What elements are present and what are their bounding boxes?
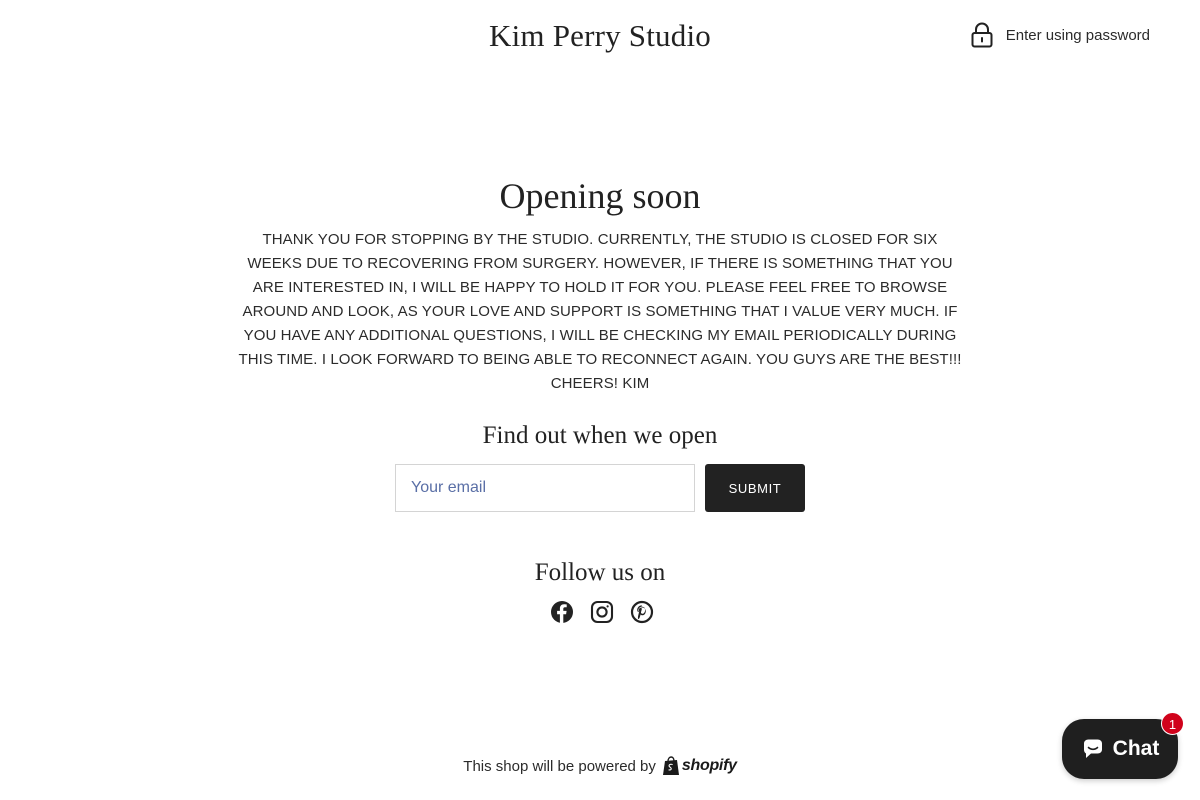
closure-message: THANK YOU FOR STOPPING BY THE STUDIO. CU… xyxy=(238,231,962,392)
submit-button[interactable]: SUBMIT xyxy=(705,464,805,512)
newsletter-form: SUBMIT xyxy=(395,464,805,512)
chat-label: Chat xyxy=(1112,737,1160,760)
lock-icon xyxy=(971,22,993,48)
chat-bubble-icon xyxy=(1083,739,1102,758)
page-footer: This shop will be powered by shopify xyxy=(0,756,1200,776)
powered-by-text: This shop will be powered by xyxy=(463,757,656,775)
main-content: Opening soon THANK YOU FOR STOPPING BY T… xyxy=(0,170,1200,396)
facebook-icon[interactable] xyxy=(550,600,574,624)
enter-password-label: Enter using password xyxy=(1005,26,1150,44)
chat-notification-badge: 1 xyxy=(1161,712,1184,735)
shopify-bag-icon xyxy=(662,756,679,775)
chat-button[interactable]: Chat xyxy=(1062,719,1178,779)
social-links xyxy=(550,600,654,624)
instagram-icon[interactable] xyxy=(590,600,614,624)
page-header: Kim Perry Studio Enter using password xyxy=(0,0,1200,80)
page-headline: Opening soon xyxy=(499,176,701,216)
shopify-logo[interactable]: shopify xyxy=(662,756,737,776)
enter-password-link[interactable]: Enter using password xyxy=(971,22,1150,48)
shopify-wordmark: shopify xyxy=(681,757,737,774)
pinterest-icon[interactable] xyxy=(630,600,654,624)
follow-title: Follow us on xyxy=(534,559,666,586)
signup-title: Find out when we open xyxy=(482,422,718,449)
email-input[interactable] xyxy=(395,464,695,512)
